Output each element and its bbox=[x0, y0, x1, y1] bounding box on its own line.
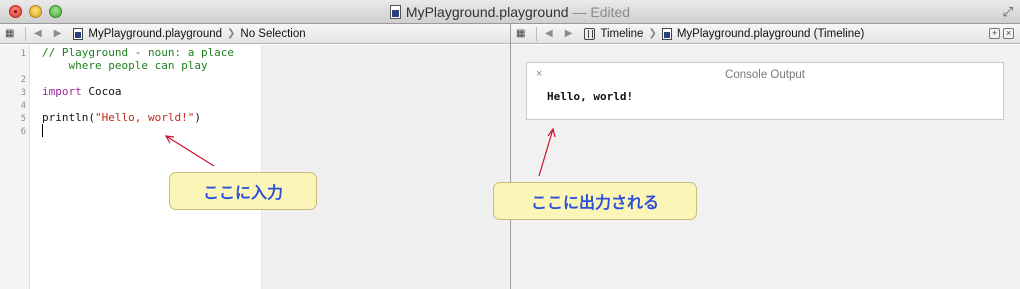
text-cursor bbox=[42, 124, 43, 137]
breadcrumb-timeline-file[interactable]: MyPlayground.playground (Timeline) bbox=[677, 28, 865, 40]
toolbar-divider bbox=[25, 26, 26, 41]
console-title: Console Output bbox=[725, 69, 805, 81]
line-number: 5 bbox=[20, 114, 26, 124]
import-module: Cocoa bbox=[81, 85, 122, 98]
console-output-panel: × Console Output Hello, world! bbox=[526, 62, 1004, 120]
line-number: 4 bbox=[20, 101, 26, 111]
breadcrumb-selection[interactable]: No Selection bbox=[240, 28, 305, 40]
input-arrowhead bbox=[164, 135, 175, 144]
timeline-tools: + × bbox=[989, 28, 1014, 39]
timeline-jump-bar: ▦ ◀ ▶ Timeline ❯ MyPlayground.playground… bbox=[511, 24, 1020, 44]
line-number: 6 bbox=[20, 127, 26, 137]
back-arrow-icon[interactable]: ◀ bbox=[545, 28, 553, 39]
code-comment-line: where people can play bbox=[42, 59, 208, 72]
code-println-line: println("Hello, world!") bbox=[42, 111, 201, 124]
back-arrow-icon[interactable]: ◀ bbox=[34, 28, 42, 39]
forward-arrow-icon[interactable]: ▶ bbox=[565, 28, 573, 39]
line-number-gutter: 1 2 3 4 5 6 bbox=[0, 45, 30, 289]
close-paren: ) bbox=[194, 111, 201, 124]
grid-icon[interactable]: ▦ bbox=[5, 28, 19, 39]
playground-file-icon bbox=[73, 27, 84, 40]
breadcrumb-timeline[interactable]: Timeline bbox=[600, 28, 643, 40]
import-keyword: import bbox=[42, 85, 82, 98]
grid-icon[interactable]: ▦ bbox=[516, 28, 530, 39]
line-number: 1 bbox=[20, 49, 26, 59]
string-literal: "Hello, world!" bbox=[94, 111, 195, 124]
add-icon[interactable]: + bbox=[989, 28, 1000, 39]
window-title-group: MyPlayground.playground — Edited bbox=[0, 4, 1020, 20]
code-editor[interactable]: // Playground - noun: a place where peop… bbox=[42, 45, 258, 124]
window-title: MyPlayground.playground bbox=[405, 4, 569, 20]
input-annotation-callout: ここに入力 bbox=[169, 172, 317, 210]
code-comment-line: // Playground - noun: a place bbox=[42, 46, 235, 59]
playground-file-icon bbox=[661, 27, 672, 40]
forward-arrow-icon[interactable]: ▶ bbox=[54, 28, 62, 39]
close-icon[interactable]: × bbox=[1003, 28, 1014, 39]
console-output-text: Hello, world! bbox=[547, 90, 634, 103]
chevron-right-icon: ❯ bbox=[227, 28, 236, 39]
timeline-icon bbox=[584, 27, 596, 40]
playground-file-icon bbox=[389, 5, 401, 19]
breadcrumb-file[interactable]: MyPlayground.playground bbox=[88, 28, 222, 40]
println-call: println( bbox=[42, 111, 95, 124]
editor-jump-bar: ▦ ◀ ▶ MyPlayground.playground ❯ No Selec… bbox=[0, 24, 510, 44]
input-arrow bbox=[165, 135, 215, 167]
line-number: 3 bbox=[20, 88, 26, 98]
code-import-line: import Cocoa bbox=[42, 85, 122, 98]
chevron-right-icon: ❯ bbox=[648, 28, 657, 39]
title-bar: MyPlayground.playground — Edited ⤢ bbox=[0, 0, 1020, 24]
toolbar-divider bbox=[536, 26, 537, 41]
results-sidebar bbox=[262, 45, 510, 289]
fullscreen-icon[interactable]: ⤢ bbox=[1003, 4, 1013, 20]
line-number: 2 bbox=[20, 75, 26, 85]
output-annotation-callout: ここに出力される bbox=[493, 182, 697, 220]
edited-status: — Edited bbox=[572, 4, 631, 20]
